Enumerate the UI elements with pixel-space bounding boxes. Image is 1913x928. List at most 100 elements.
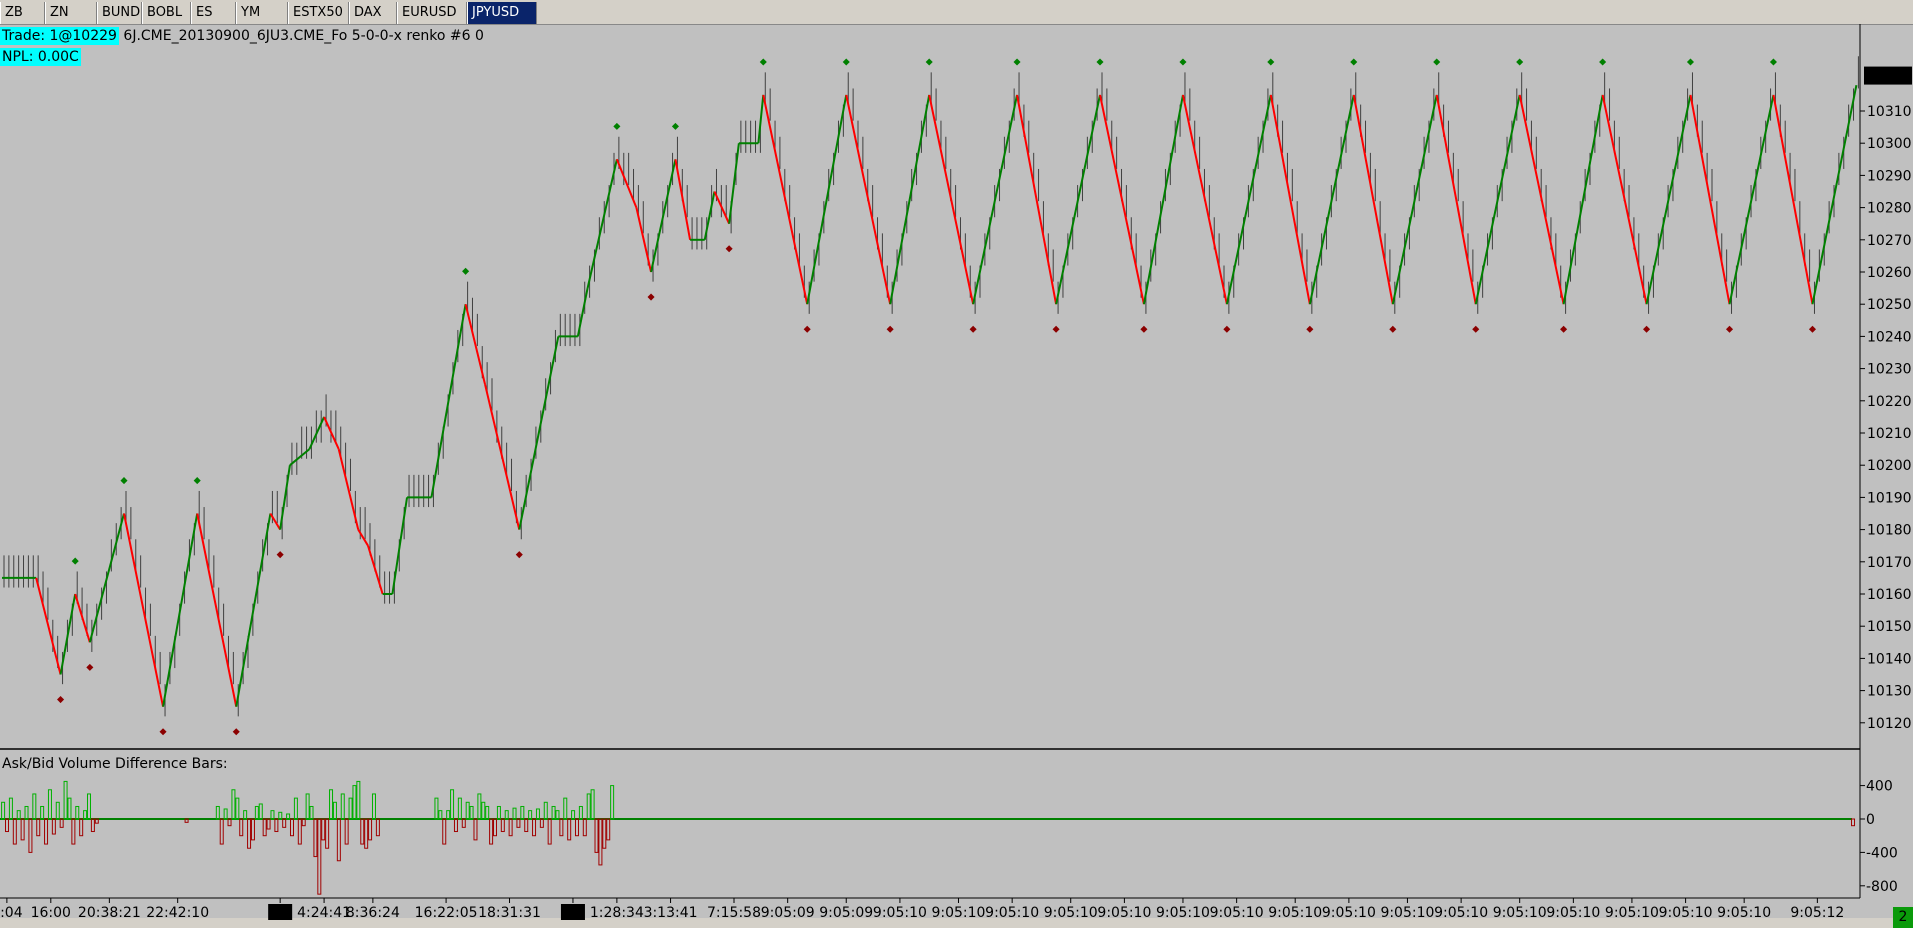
price-tick-label: 10230 xyxy=(1867,362,1912,378)
swing-low-marker xyxy=(725,245,733,253)
swing-low-marker xyxy=(1725,325,1734,333)
swing-high-marker xyxy=(613,122,621,130)
swing-low-marker xyxy=(803,325,811,333)
price-line-segment xyxy=(806,94,848,305)
volume-bar xyxy=(250,818,255,841)
price-line-segment xyxy=(357,529,369,547)
volume-bar xyxy=(340,793,345,820)
swing-low-marker xyxy=(515,551,523,559)
volume-bar xyxy=(278,811,283,820)
price-line-segment xyxy=(576,287,589,337)
price-tick-label: 10200 xyxy=(1867,458,1912,474)
volume-bar xyxy=(75,805,80,820)
swing-low-marker xyxy=(969,325,977,333)
volume-bar xyxy=(344,818,349,845)
volume-bar xyxy=(461,818,466,828)
time-tick-label: 9:05:09 xyxy=(761,905,815,921)
time-tick-label: 9:05:10 xyxy=(1717,905,1771,921)
volume-bar xyxy=(5,818,10,833)
price-line-segment xyxy=(1435,94,1477,305)
time-tick-label: 9:05:12 xyxy=(1790,905,1844,921)
time-tick-label: 9:05:10 xyxy=(1493,905,1547,921)
volume-bar xyxy=(446,810,451,820)
volume-bar xyxy=(215,805,220,820)
price-line-segment xyxy=(430,304,467,498)
volume-bar xyxy=(44,818,49,845)
volume-bar xyxy=(36,818,41,837)
swing-low-marker xyxy=(232,728,240,736)
swing-high-marker xyxy=(671,122,679,130)
swing-low-marker xyxy=(276,551,284,559)
volume-bar xyxy=(493,818,498,837)
time-tick-label: 9:05:10 xyxy=(1044,905,1098,921)
volume-bar xyxy=(297,818,302,845)
volume-bar xyxy=(543,801,548,820)
volume-bar xyxy=(590,789,595,820)
volume-bar xyxy=(563,797,568,820)
volume-bar xyxy=(594,818,599,853)
price-line-segment xyxy=(1474,94,1521,305)
price-line-segment xyxy=(88,513,125,643)
price-line-segment xyxy=(464,303,487,385)
volume-bar xyxy=(360,818,365,845)
volume-bar xyxy=(270,810,275,820)
volume-bar xyxy=(51,818,56,835)
volume-bar xyxy=(12,818,17,845)
chart-canvas[interactable]: 10120 10130 10140 10150 10160 10170 10180 10190… xyxy=(0,0,1913,928)
swing-high-marker xyxy=(1433,58,1441,66)
price-line-segment xyxy=(59,593,77,675)
price-tick-label: 10170 xyxy=(1867,555,1912,571)
volume-bar xyxy=(90,818,95,833)
volume-tick-label: -800 xyxy=(1866,879,1898,895)
price-tick-label: 10280 xyxy=(1867,201,1912,217)
volume-bar xyxy=(258,803,263,820)
price-tick-label: 10270 xyxy=(1867,233,1912,249)
volume-bar xyxy=(371,793,376,820)
time-tick-label: 9:05:10 xyxy=(1210,905,1264,921)
swing-high-marker xyxy=(925,58,933,66)
volume-bar xyxy=(574,818,579,837)
time-tick-label: 9:05:10 xyxy=(1268,905,1322,921)
time-tick-label: 9:05:10 xyxy=(985,905,1039,921)
volume-bar xyxy=(329,789,334,820)
time-tick-label: 9:05:10 xyxy=(931,905,985,921)
volume-bar xyxy=(477,793,482,820)
volume-bar xyxy=(364,818,369,849)
last-price-label: 10321 xyxy=(1867,69,1912,85)
volume-bar xyxy=(473,818,478,841)
swing-high-marker xyxy=(1686,58,1695,66)
price-line-segment xyxy=(484,384,521,530)
volume-bar xyxy=(332,801,337,820)
time-tick-label: 9:05:10 xyxy=(1434,905,1488,921)
swing-low-marker xyxy=(86,663,94,671)
swing-low-marker xyxy=(1306,325,1314,333)
price-line-segment xyxy=(1391,94,1438,305)
swing-high-marker xyxy=(1599,58,1607,66)
volume-bar xyxy=(47,789,52,820)
price-tick-label: 10250 xyxy=(1867,297,1912,313)
price-line-segment xyxy=(728,143,740,224)
volume-bar xyxy=(317,818,322,895)
price-line-segment xyxy=(1181,94,1228,305)
volume-bar xyxy=(606,818,611,841)
volume-bar xyxy=(469,805,474,820)
volume-bar xyxy=(262,818,267,837)
price-line-segment xyxy=(123,513,165,707)
volume-bar xyxy=(32,793,37,820)
price-line-segment xyxy=(1225,94,1272,305)
price-line-segment xyxy=(518,336,560,530)
volume-bar xyxy=(602,818,607,849)
volume-bar xyxy=(313,818,318,858)
volume-tick-label: 400 xyxy=(1866,779,1893,795)
volume-bar xyxy=(450,789,455,820)
volume-bar xyxy=(598,818,603,866)
swing-low-marker xyxy=(159,728,167,736)
swing-high-marker xyxy=(1769,58,1777,66)
price-line-segment xyxy=(586,159,618,289)
time-tick-label: 9:05:10 xyxy=(1659,905,1713,921)
price-line-segment xyxy=(1562,94,1604,305)
swing-high-marker xyxy=(1013,58,1021,66)
date-marker-label: 8-6 xyxy=(269,905,292,921)
volume-bar xyxy=(457,797,462,820)
volume-bar xyxy=(610,785,615,820)
